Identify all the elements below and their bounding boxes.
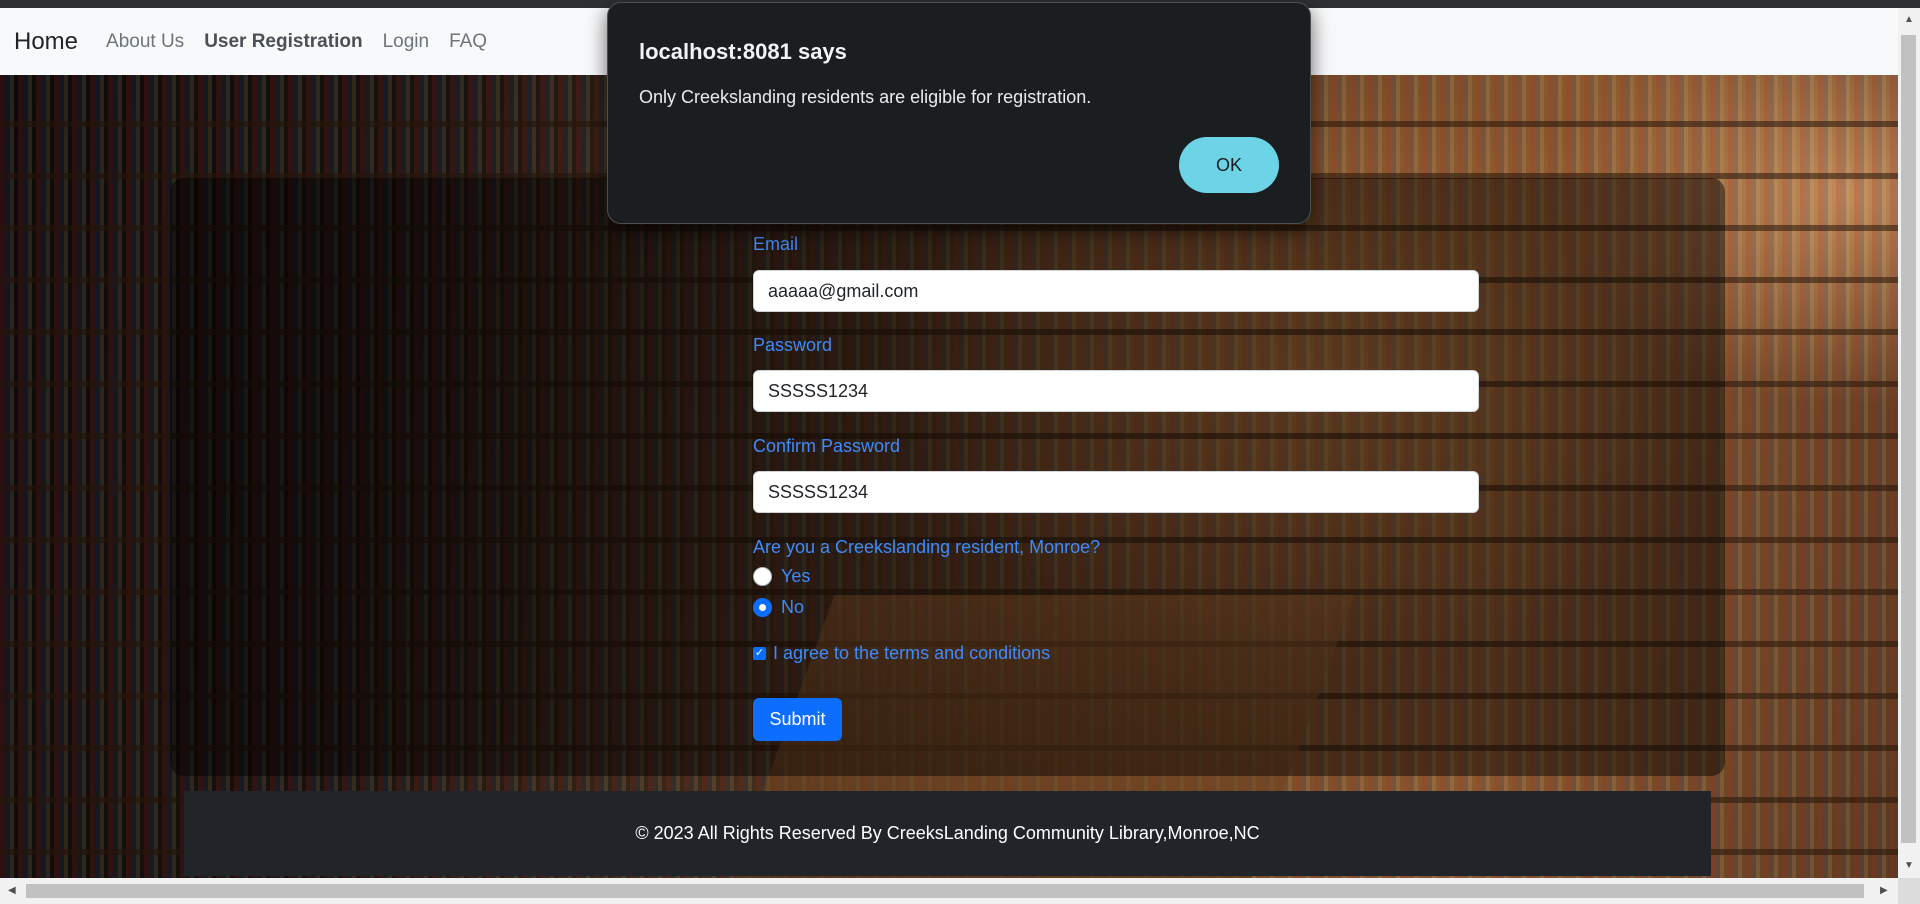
scroll-up-arrow-icon[interactable]: ▲	[1904, 14, 1914, 25]
confirm-password-field[interactable]	[753, 471, 1479, 513]
nav-link-about-us[interactable]: About Us	[106, 31, 184, 53]
nav-link-login[interactable]: Login	[383, 31, 430, 53]
terms-checkbox-row[interactable]: ✓ I agree to the terms and conditions	[753, 643, 1050, 664]
radio-option-yes[interactable]: Yes	[753, 566, 810, 587]
vertical-scrollbar[interactable]: ▲ ▼	[1898, 8, 1920, 878]
radio-option-no[interactable]: No	[753, 597, 804, 618]
radio-button-no[interactable]	[753, 598, 772, 617]
alert-dialog: localhost:8081 says Only Creekslanding r…	[607, 2, 1311, 224]
dialog-ok-button[interactable]: OK	[1179, 137, 1279, 193]
scroll-down-arrow-icon[interactable]: ▼	[1904, 860, 1914, 871]
password-label: Password	[753, 335, 833, 355]
horizontal-scroll-thumb[interactable]	[26, 884, 1864, 898]
submit-button[interactable]: Submit	[753, 698, 842, 741]
nav-link-user-registration[interactable]: User Registration	[204, 31, 362, 53]
footer: © 2023 All Rights Reserved By CreeksLand…	[184, 791, 1711, 876]
email-label: Email	[753, 234, 799, 254]
registration-form-card: Email Password Confirm Password Are you …	[170, 178, 1725, 776]
vertical-scroll-thumb[interactable]	[1901, 35, 1916, 843]
confirm-password-label: Confirm Password	[753, 436, 901, 456]
nav-link-faq[interactable]: FAQ	[449, 31, 487, 53]
email-field[interactable]	[753, 270, 1479, 312]
scrollbar-corner	[1898, 878, 1920, 904]
footer-copyright: © 2023 All Rights Reserved By CreeksLand…	[635, 823, 1260, 843]
dialog-title: localhost:8081 says	[639, 39, 847, 64]
resident-question-label: Are you a Creekslanding resident, Monroe…	[753, 537, 1101, 557]
horizontal-scrollbar[interactable]: ◀ ▶	[0, 878, 1898, 904]
radio-label-yes: Yes	[781, 566, 811, 586]
radio-label-no: No	[781, 597, 805, 617]
terms-label: I agree to the terms and conditions	[773, 643, 1051, 663]
scroll-left-arrow-icon[interactable]: ◀	[8, 885, 16, 896]
scroll-right-arrow-icon[interactable]: ▶	[1880, 885, 1888, 896]
nav-brand-home[interactable]: Home	[14, 28, 78, 56]
terms-checkbox[interactable]: ✓	[753, 647, 766, 660]
dialog-message: Only Creekslanding residents are eligibl…	[639, 87, 1092, 107]
password-field[interactable]	[753, 370, 1479, 412]
radio-button-yes[interactable]	[753, 567, 772, 586]
